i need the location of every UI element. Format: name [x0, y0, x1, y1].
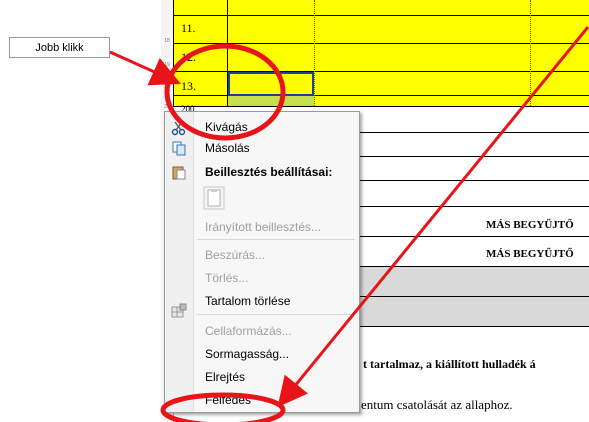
- menu-separator: [197, 314, 355, 315]
- menu-item-cellaformazas[interactable]: Cellaformázás...: [205, 322, 292, 340]
- copy-icon: [172, 141, 186, 156]
- format-cells-icon: [171, 303, 187, 318]
- grid-line: [314, 0, 315, 106]
- paste-option-icon[interactable]: [203, 186, 225, 210]
- menu-item-tartalom-torlese[interactable]: Tartalom törlése: [205, 292, 290, 310]
- scissors-icon: [171, 121, 186, 136]
- menu-item-elrejtes[interactable]: Elrejtés: [205, 368, 245, 386]
- row-number-cell[interactable]: 12.: [181, 50, 221, 65]
- menu-separator: [197, 239, 355, 240]
- paste-icon: [172, 166, 186, 180]
- grid-line: [173, 43, 589, 44]
- menu-item-sormagassag[interactable]: Sormagasság...: [205, 345, 289, 363]
- menu-item-iranyitott-beillesztes[interactable]: Irányított beillesztés...: [205, 218, 321, 236]
- menu-item-paste-options-header: Beillesztés beállításai:: [205, 165, 333, 179]
- grid-line: [530, 0, 531, 106]
- grid-line: [173, 15, 589, 16]
- text-cell: entum csatolását az allaphoz.: [361, 397, 513, 412]
- grid-line: [173, 0, 174, 106]
- menu-item-masolas[interactable]: Másolás: [205, 139, 250, 157]
- row-header-mark: 19: [164, 62, 170, 68]
- row-number-cell[interactable]: 11.: [181, 21, 221, 36]
- menu-item-beszuras[interactable]: Beszúrás...: [205, 246, 265, 264]
- context-menu: Kivágás Másolás Beillesztés beállításai:…: [164, 111, 360, 413]
- row-header-mark: 21: [164, 104, 170, 110]
- text-cell: t tartalmaz, a kiállított hulladék á: [363, 357, 536, 371]
- row-number-cell[interactable]: 13.: [181, 79, 221, 94]
- menu-item-torles[interactable]: Törlés...: [205, 269, 248, 287]
- text-cell: MÁS BEGYŰJTŐ: [486, 219, 574, 231]
- menu-icon-column: [165, 112, 194, 412]
- menu-item-kivagas[interactable]: Kivágás: [205, 118, 248, 136]
- selected-cell[interactable]: [228, 72, 314, 96]
- row-header-mark: 20: [164, 84, 170, 90]
- text-cell: MÁS BEGYŰJTŐ: [486, 248, 574, 260]
- menu-item-felfedes[interactable]: Felfedés: [205, 391, 251, 409]
- row-header-mark: 18: [164, 38, 170, 44]
- annotation-callout: Jobb klikk: [9, 37, 110, 58]
- grid-line: [173, 106, 589, 107]
